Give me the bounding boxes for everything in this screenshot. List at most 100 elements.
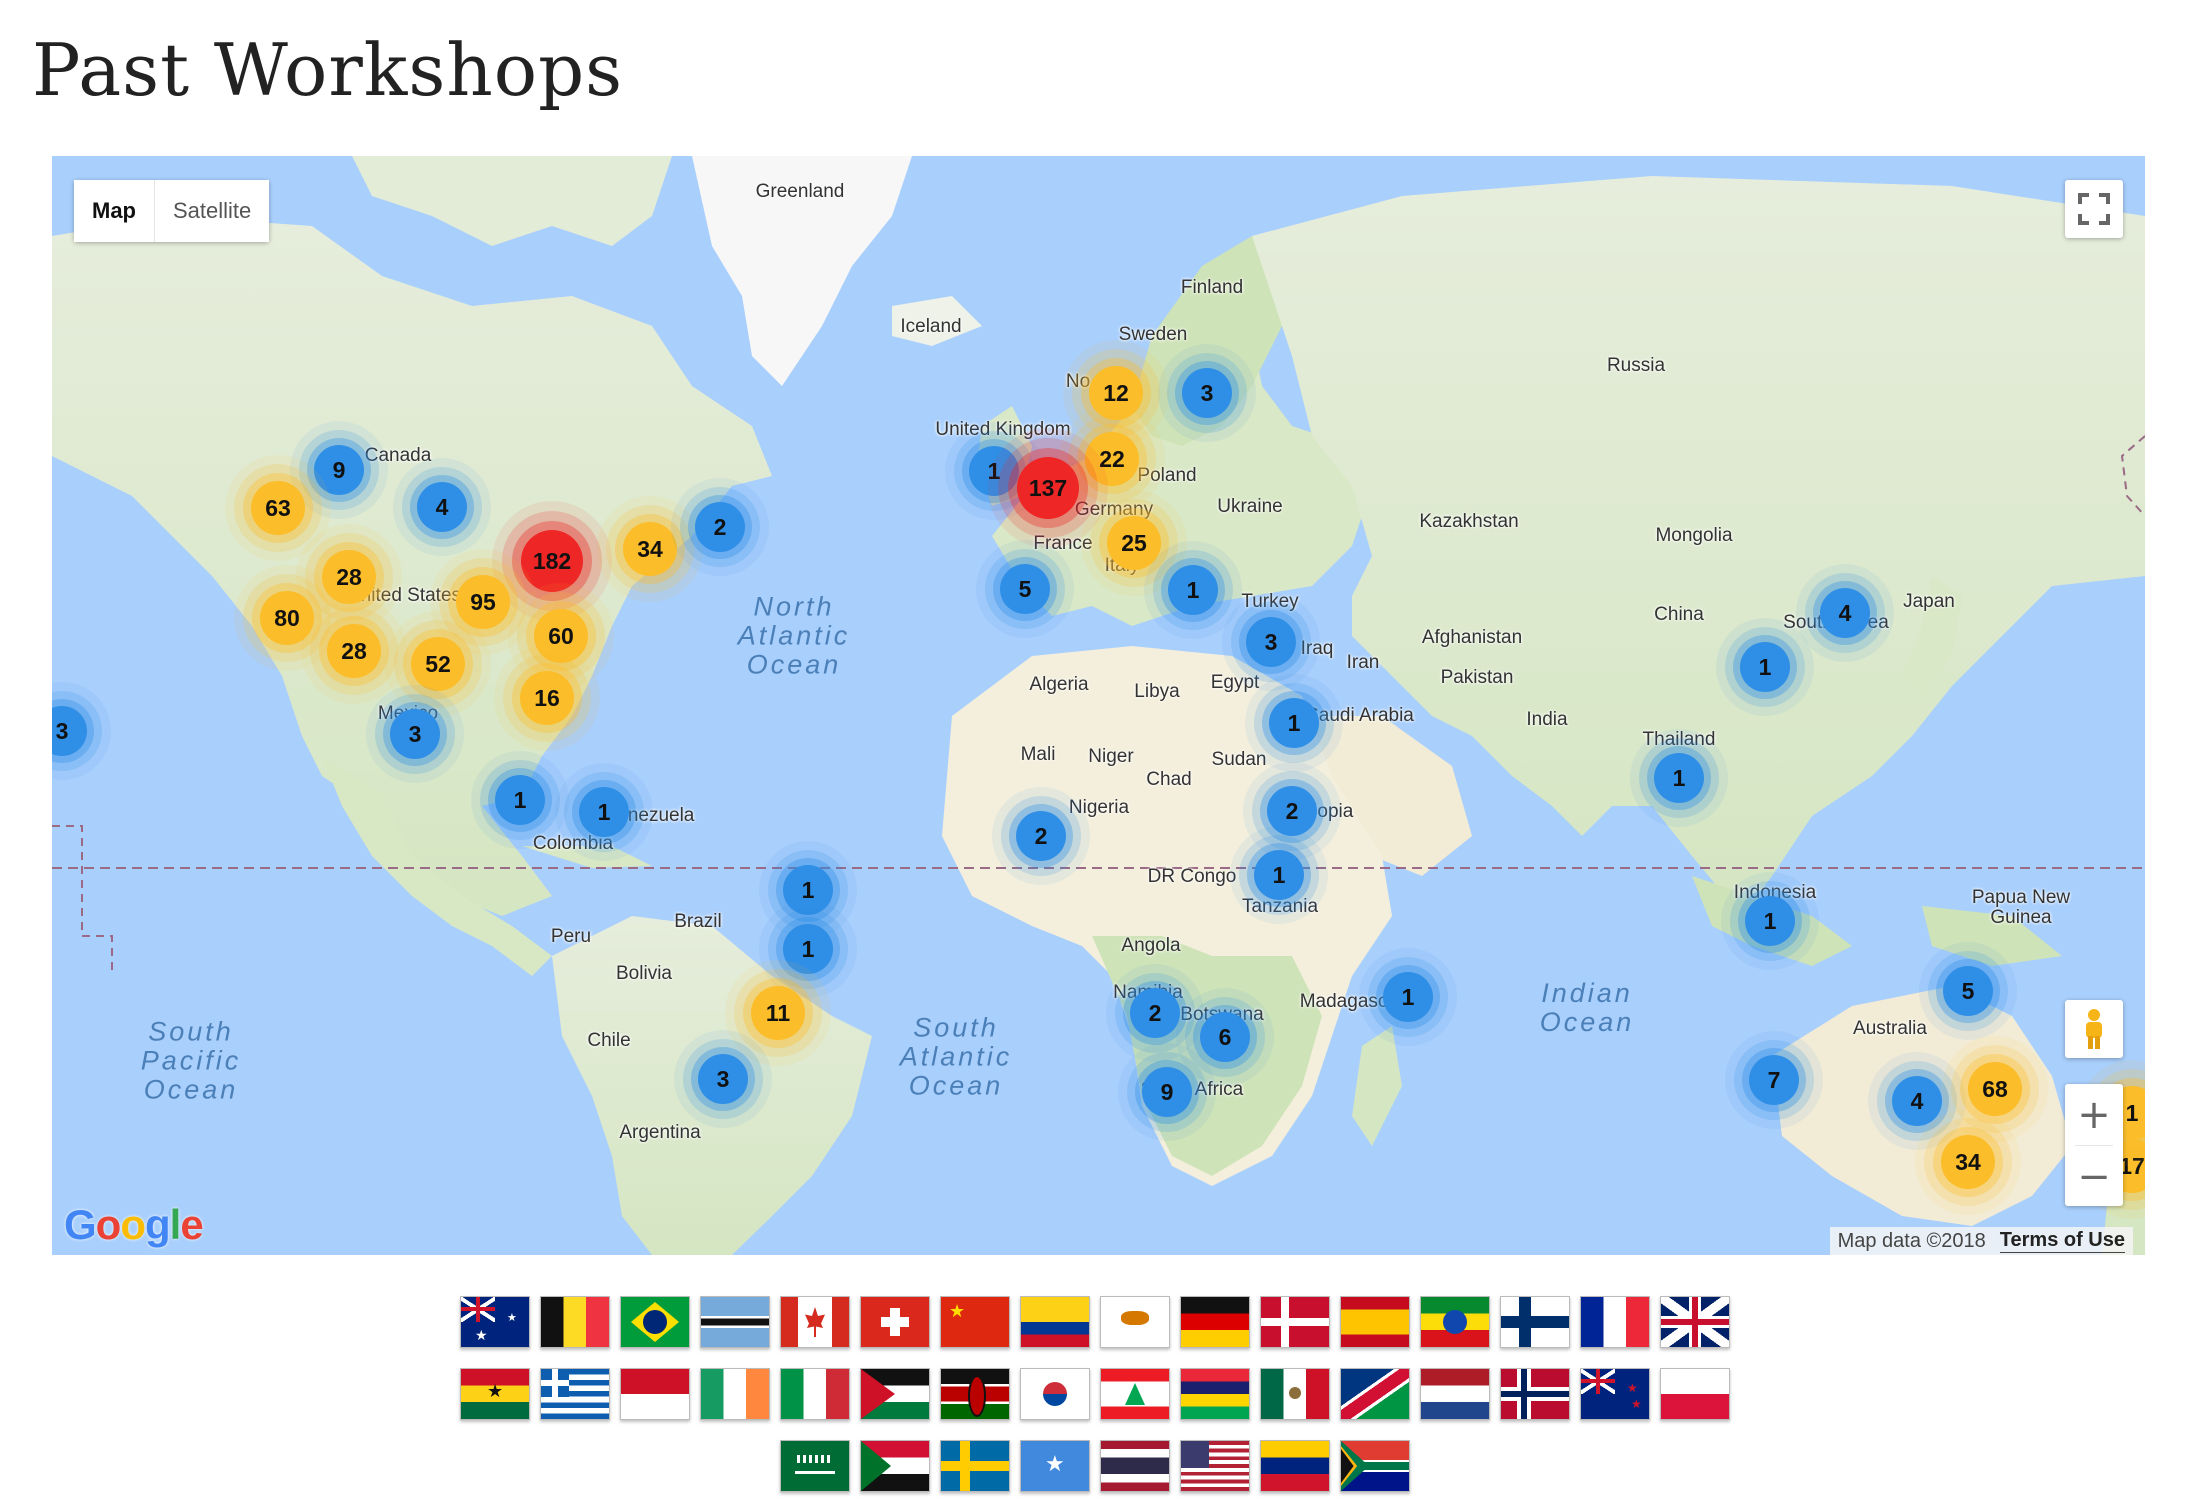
- place-label: Libya: [1134, 681, 1180, 702]
- marker-cluster[interactable]: 28: [327, 624, 381, 678]
- flag-mexico[interactable]: [1260, 1368, 1330, 1420]
- marker-cluster[interactable]: 2: [1130, 988, 1180, 1038]
- marker-cluster[interactable]: 4: [417, 482, 467, 532]
- flag-sweden[interactable]: [940, 1440, 1010, 1492]
- marker-cluster[interactable]: 1: [783, 865, 833, 915]
- marker-cluster[interactable]: 1: [969, 446, 1019, 496]
- zoom-in-button[interactable]: +: [2065, 1084, 2123, 1145]
- flag-germany[interactable]: [1180, 1296, 1250, 1348]
- marker-cluster[interactable]: 1: [1654, 753, 1704, 803]
- marker-cluster[interactable]: 16: [520, 671, 574, 725]
- marker-cluster[interactable]: 68: [1968, 1062, 2022, 1116]
- flag-south-korea[interactable]: [1020, 1368, 1090, 1420]
- marker-cluster[interactable]: 1: [495, 775, 545, 825]
- flag-south-africa[interactable]: [1340, 1440, 1410, 1492]
- map-type-satellite-button[interactable]: Satellite: [155, 180, 270, 242]
- map-base-layer: [52, 156, 2145, 1255]
- marker-cluster[interactable]: 34: [623, 522, 677, 576]
- marker-cluster[interactable]: 63: [251, 481, 305, 535]
- marker-cluster[interactable]: 5: [1000, 564, 1050, 614]
- marker-cluster[interactable]: 2: [695, 502, 745, 552]
- flag-sudan[interactable]: [860, 1440, 930, 1492]
- marker-cluster[interactable]: 1: [1745, 896, 1795, 946]
- marker-cluster[interactable]: 137: [1017, 457, 1079, 519]
- flag-indonesia[interactable]: [620, 1368, 690, 1420]
- fullscreen-button[interactable]: [2065, 180, 2123, 238]
- flag-mauritius[interactable]: [1180, 1368, 1250, 1420]
- flag-cyprus[interactable]: [1100, 1296, 1170, 1348]
- marker-cluster[interactable]: 52: [411, 637, 465, 691]
- marker-cluster[interactable]: 1: [1168, 565, 1218, 615]
- marker-cluster[interactable]: 5: [1943, 966, 1993, 1016]
- marker-cluster[interactable]: 2: [1267, 786, 1317, 836]
- marker-cluster[interactable]: 6: [1200, 1012, 1250, 1062]
- flag-jordan[interactable]: [860, 1368, 930, 1420]
- marker-cluster[interactable]: 1: [783, 924, 833, 974]
- place-label: Poland: [1137, 465, 1197, 486]
- flag-canada[interactable]: [780, 1296, 850, 1348]
- marker-cluster[interactable]: 1: [1269, 698, 1319, 748]
- marker-cluster[interactable]: 4: [1820, 588, 1870, 638]
- marker-cluster[interactable]: 2: [1016, 811, 1066, 861]
- terms-of-use-link[interactable]: Terms of Use: [1999, 1229, 2125, 1253]
- flag-new-zealand[interactable]: ★ ★: [1580, 1368, 1650, 1420]
- flag-venezuela[interactable]: [1260, 1440, 1330, 1492]
- marker-cluster[interactable]: 182: [521, 530, 583, 592]
- street-view-pegman-button[interactable]: [2065, 1000, 2123, 1058]
- flag-australia[interactable]: ★ ★: [460, 1296, 530, 1348]
- flag-finland[interactable]: [1500, 1296, 1570, 1348]
- marker-cluster[interactable]: 1: [1383, 972, 1433, 1022]
- flag-ghana[interactable]: ★: [460, 1368, 530, 1420]
- flag-china[interactable]: ★: [940, 1296, 1010, 1348]
- flag-france[interactable]: [1580, 1296, 1650, 1348]
- marker-cluster[interactable]: 80: [260, 591, 314, 645]
- flag-netherlands[interactable]: [1420, 1368, 1490, 1420]
- marker-cluster[interactable]: 34: [1941, 1135, 1995, 1189]
- flag-united-kingdom[interactable]: [1660, 1296, 1730, 1348]
- place-label: Bolivia: [616, 963, 672, 984]
- marker-cluster[interactable]: 12: [1089, 366, 1143, 420]
- marker-cluster[interactable]: 1: [579, 787, 629, 837]
- flag-thailand[interactable]: [1100, 1440, 1170, 1492]
- flag-spain[interactable]: [1340, 1296, 1410, 1348]
- marker-cluster[interactable]: 95: [456, 575, 510, 629]
- map-type-map-button[interactable]: Map: [74, 180, 155, 242]
- flag-denmark[interactable]: [1260, 1296, 1330, 1348]
- flag-belgium[interactable]: [540, 1296, 610, 1348]
- flag-ethiopia[interactable]: [1420, 1296, 1490, 1348]
- marker-cluster[interactable]: 28: [322, 550, 376, 604]
- marker-cluster[interactable]: 60: [534, 609, 588, 663]
- marker-cluster[interactable]: 7: [1749, 1055, 1799, 1105]
- flag-united-states[interactable]: [1180, 1440, 1250, 1492]
- marker-cluster[interactable]: 9: [1142, 1067, 1192, 1117]
- place-label: Iraq: [1300, 638, 1334, 659]
- marker-cluster[interactable]: 1: [1740, 642, 1790, 692]
- flag-norway[interactable]: [1500, 1368, 1570, 1420]
- flag-lebanon[interactable]: [1100, 1368, 1170, 1420]
- zoom-out-button[interactable]: −: [2065, 1146, 2123, 1207]
- flag-italy[interactable]: [780, 1368, 850, 1420]
- flag-saudi-arabia[interactable]: [780, 1440, 850, 1492]
- flag-botswana[interactable]: [700, 1296, 770, 1348]
- marker-cluster[interactable]: 9: [314, 445, 364, 495]
- flag-switzerland[interactable]: [860, 1296, 930, 1348]
- marker-cluster[interactable]: 1: [1254, 850, 1304, 900]
- marker-cluster[interactable]: 11: [751, 986, 805, 1040]
- marker-cluster[interactable]: 4: [1892, 1076, 1942, 1126]
- marker-cluster[interactable]: 3: [698, 1054, 748, 1104]
- marker-cluster[interactable]: 25: [1107, 516, 1161, 570]
- flag-somalia[interactable]: ★: [1020, 1440, 1090, 1492]
- flag-colombia[interactable]: [1020, 1296, 1090, 1348]
- marker-cluster[interactable]: 3: [1182, 368, 1232, 418]
- ocean-label: South Atlantic Ocean: [899, 1012, 1013, 1101]
- flag-kenya[interactable]: [940, 1368, 1010, 1420]
- marker-cluster[interactable]: 3: [1246, 617, 1296, 667]
- flag-ireland[interactable]: [700, 1368, 770, 1420]
- marker-cluster[interactable]: 3: [390, 709, 440, 759]
- world-map[interactable]: Greenland Iceland Finland Sweden No Russ…: [52, 156, 2145, 1255]
- flag-poland[interactable]: [1660, 1368, 1730, 1420]
- flag-brazil[interactable]: [620, 1296, 690, 1348]
- marker-cluster[interactable]: 22: [1085, 432, 1139, 486]
- flag-namibia[interactable]: [1340, 1368, 1410, 1420]
- flag-greece[interactable]: [540, 1368, 610, 1420]
